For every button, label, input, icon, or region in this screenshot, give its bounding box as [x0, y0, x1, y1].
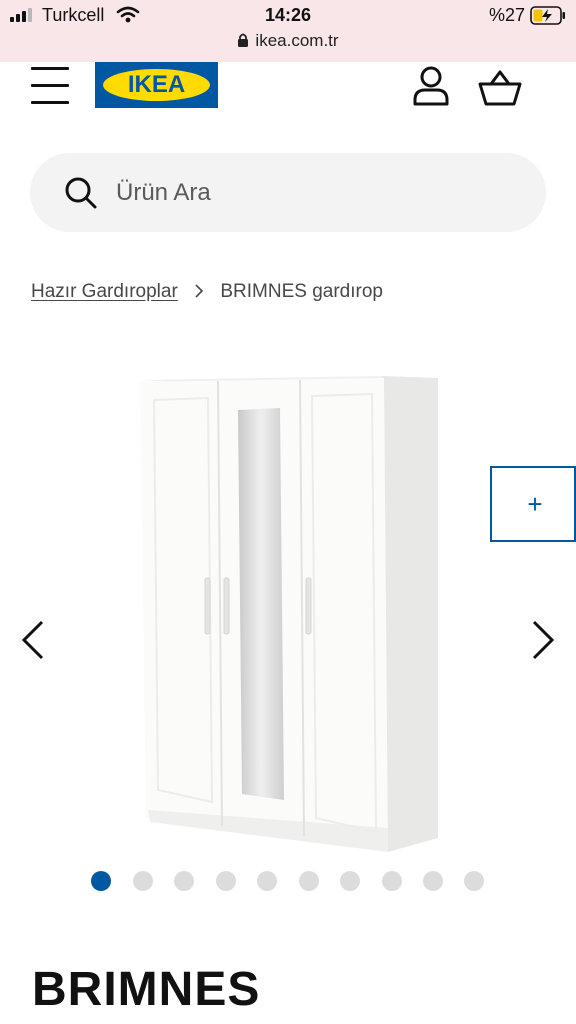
gallery-dot[interactable] — [91, 871, 111, 891]
gallery-dot[interactable] — [299, 871, 319, 891]
search-icon — [65, 177, 97, 209]
menu-button[interactable] — [31, 65, 71, 105]
status-bar: Turkcell 14:26 %27 ikea.com.tr — [0, 0, 576, 62]
plus-icon: + — [527, 489, 543, 519]
gallery-dot[interactable] — [382, 871, 402, 891]
gallery-dot[interactable] — [464, 871, 484, 891]
site-header: IKEA — [0, 62, 576, 114]
logo-text: IKEA — [127, 71, 186, 98]
gallery-dot[interactable] — [340, 871, 360, 891]
search-placeholder: Ürün Ara — [116, 179, 211, 206]
gallery-dot[interactable] — [257, 871, 277, 891]
battery-percentage: %27 — [489, 5, 526, 25]
chevron-left-icon[interactable] — [16, 616, 52, 664]
gallery-dot[interactable] — [423, 871, 443, 891]
breadcrumb-link[interactable]: Hazır Gardıroplar — [31, 281, 178, 302]
chevron-right-icon[interactable] — [524, 616, 560, 664]
profile-icon[interactable] — [412, 66, 450, 106]
gallery-dot[interactable] — [133, 871, 153, 891]
breadcrumb: Hazır Gardıroplar BRIMNES gardırop — [31, 281, 383, 303]
cart-icon[interactable] — [478, 68, 522, 108]
zoom-button[interactable]: + — [490, 466, 576, 542]
gallery-dot[interactable] — [174, 871, 194, 891]
product-image[interactable] — [132, 370, 444, 860]
chevron-right-icon — [195, 284, 204, 298]
address-bar[interactable]: ikea.com.tr — [0, 31, 576, 51]
breadcrumb-current: BRIMNES gardırop — [220, 281, 383, 302]
gallery-dot[interactable] — [216, 871, 236, 891]
ikea-logo[interactable]: IKEA — [95, 62, 218, 108]
battery-charging-icon — [530, 6, 565, 25]
search-input[interactable]: Ürün Ara — [30, 153, 546, 232]
url-text: ikea.com.tr — [255, 31, 339, 50]
lock-icon — [238, 33, 249, 47]
product-title: BRIMNES — [32, 963, 261, 1016]
